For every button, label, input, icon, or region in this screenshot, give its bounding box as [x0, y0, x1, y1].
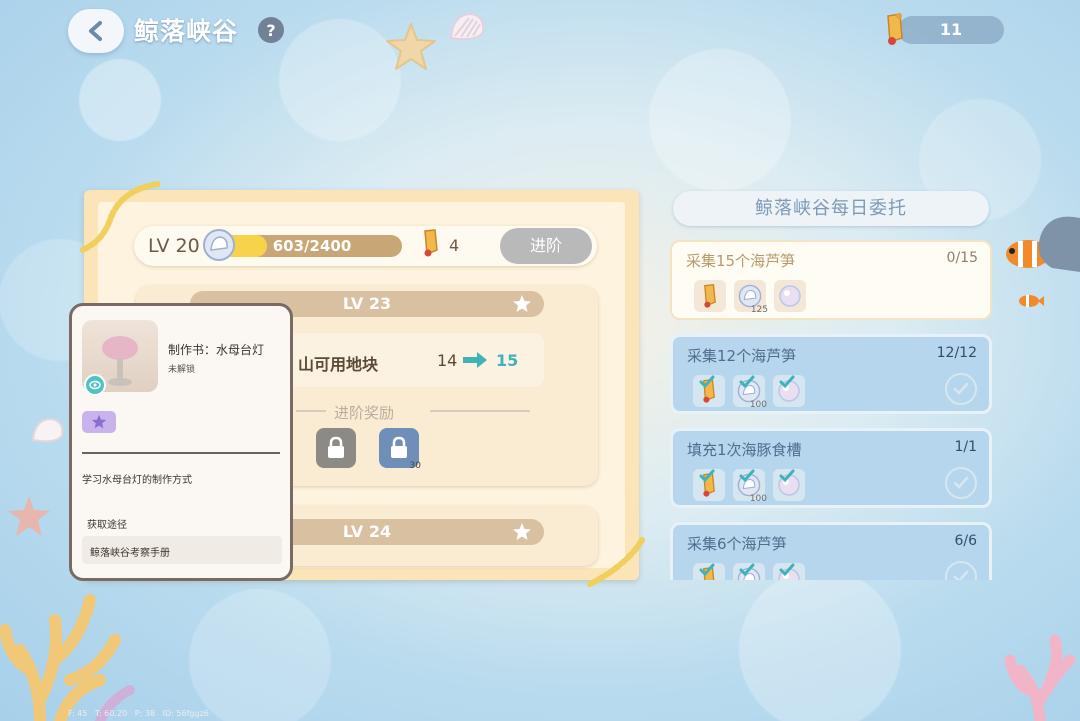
reward-item: 100 [733, 469, 767, 504]
scroll-icon [704, 284, 716, 308]
lock-icon [328, 436, 344, 458]
reward-item [693, 469, 725, 501]
rock-icon [1038, 216, 1080, 272]
task-card[interactable]: 采集15个海芦笋 0/15 125 [670, 240, 992, 320]
debug-overlay: F: 45 T: 60.20 P: 38 ID: 56fggz6 [68, 709, 209, 718]
star-icon [513, 523, 531, 540]
completed-badge [945, 467, 977, 499]
check-icon [779, 469, 795, 483]
shell-icon [449, 12, 485, 41]
arrow-right-icon [463, 352, 487, 368]
task-name: 采集15个海芦笋 [686, 252, 796, 270]
page-title: 鲸落峡谷 [134, 17, 239, 46]
reward-section-title: 进阶奖励 [334, 404, 395, 422]
check-icon [779, 563, 795, 577]
completed-badge [945, 373, 977, 405]
coral-icon [0, 594, 135, 721]
currency-value: 11 [939, 20, 963, 39]
check-icon [739, 469, 755, 483]
reward-item [773, 563, 805, 580]
star-icon [513, 295, 531, 312]
check-icon [699, 469, 715, 483]
task-name: 采集6个海芦笋 [687, 535, 787, 553]
unlock-from-value: 14 [437, 351, 458, 370]
help-button[interactable]: ? [258, 17, 284, 43]
current-level: LV 20 [148, 235, 200, 257]
task-card[interactable]: 填充1次海豚食槽 1/1 100 [670, 428, 992, 508]
small-fish-icon [1019, 295, 1044, 307]
task-progress: 6/6 [954, 533, 977, 549]
check-icon [739, 375, 755, 389]
daily-tasks-title: 鲸落峡谷每日委托 [755, 198, 907, 219]
eye-icon [89, 380, 101, 390]
task-progress: 1/1 [954, 439, 977, 455]
reward-item [774, 280, 806, 312]
scroll-icon [424, 229, 438, 257]
task-card[interactable]: 采集12个海芦笋 12/12 100 [670, 334, 992, 414]
reward-item [733, 563, 765, 580]
source-label: 获取途径 [87, 520, 127, 531]
reward-count: 125 [750, 305, 768, 315]
item-status: 未解锁 [168, 365, 196, 375]
back-button[interactable] [68, 9, 124, 53]
star-icon [91, 414, 107, 429]
reward-item [773, 469, 805, 501]
daily-task-list[interactable]: 采集15个海芦笋 0/15 125 采集12个海芦笋 12/12 100 填充1… [660, 232, 1010, 580]
reward-count: 100 [749, 400, 767, 410]
reward-count: 100 [749, 494, 767, 504]
reward-count: 30 [409, 461, 421, 471]
chevron-left-icon [89, 21, 102, 41]
check-icon [699, 375, 715, 389]
starfish-icon [386, 23, 436, 70]
check-icon [953, 570, 969, 580]
task-name: 填充1次海豚食槽 [687, 441, 802, 459]
lock-icon [391, 436, 407, 458]
divider [296, 410, 326, 412]
task-progress: 0/15 [946, 250, 978, 266]
scroll-count: 4 [449, 236, 460, 255]
reward-item: 125 [734, 280, 768, 315]
item-title: 制作书：水母台灯 [168, 343, 265, 357]
task-progress: 12/12 [936, 345, 977, 361]
rarity-badge [82, 411, 116, 433]
advance-button[interactable]: 进阶 [500, 228, 592, 264]
reward-item [693, 375, 725, 407]
task-name: 采集12个海芦笋 [687, 347, 797, 365]
check-icon [779, 375, 795, 389]
reward-item [694, 280, 726, 312]
reward-item [693, 563, 725, 580]
check-icon [699, 563, 715, 577]
item-description: 学习水母台灯的制作方式 [82, 475, 192, 486]
pearl-icon [779, 285, 801, 307]
task-card[interactable]: 采集6个海芦笋 6/6 [670, 522, 992, 580]
divider [430, 410, 530, 412]
check-icon [953, 476, 969, 489]
check-icon [739, 563, 755, 577]
shell-icon [31, 417, 64, 443]
reward-item [773, 375, 805, 407]
unlock-to-value: 15 [496, 351, 519, 370]
completed-badge [945, 561, 977, 580]
divider [82, 452, 280, 454]
locked-reward-slot[interactable] [316, 428, 356, 468]
source-value: 鲸落峡谷考察手册 [90, 548, 170, 559]
check-icon [953, 382, 969, 395]
reward-item: 100 [733, 375, 767, 410]
exp-value: 603/2400 [272, 237, 352, 255]
preview-icon[interactable] [84, 374, 106, 396]
starfish-icon [8, 496, 50, 536]
coral-icon [1004, 634, 1076, 721]
unlock-label: 山可用地块 [298, 355, 379, 374]
locked-reward-slot[interactable]: 30 [379, 428, 421, 471]
